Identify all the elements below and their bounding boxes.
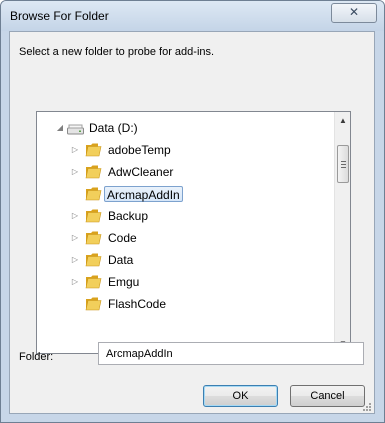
tree-item-label: Emgu — [108, 275, 140, 289]
folder-icon — [85, 143, 102, 157]
resize-grip-icon[interactable] — [362, 402, 372, 412]
folder-icon — [85, 209, 102, 223]
tree-item[interactable]: ▷ Backup — [37, 205, 334, 227]
expand-arrow-icon[interactable]: ▷ — [70, 254, 80, 266]
tree-root-item[interactable]: ◢ Data (D:) — [37, 117, 334, 139]
cancel-button[interactable]: Cancel — [290, 385, 365, 407]
expand-arrow-icon[interactable]: ▷ — [70, 276, 80, 288]
tree-item[interactable]: ▷ Emgu — [37, 271, 334, 293]
tree-item[interactable]: ▷ adobeTemp — [37, 139, 334, 161]
close-button[interactable]: ✕ — [331, 3, 377, 23]
tree-item-label: ArcmapAddIn — [104, 186, 183, 202]
tree-item-label: adobeTemp — [108, 143, 171, 157]
tree-item-label: AdwCleaner — [108, 165, 174, 179]
thumb-grip — [341, 161, 346, 162]
scroll-up-icon[interactable]: ▲ — [335, 112, 350, 129]
dialog-body: Select a new folder to probe for add-ins… — [9, 31, 375, 414]
ok-button[interactable]: OK — [203, 385, 278, 407]
folder-icon — [85, 231, 102, 245]
folder-field[interactable] — [98, 342, 364, 365]
expand-arrow-icon[interactable]: ▷ — [70, 210, 80, 222]
instruction-text: Select a new folder to probe for add-ins… — [19, 46, 215, 58]
title-bar[interactable]: Browse For Folder ✕ — [1, 1, 384, 31]
folder-icon — [85, 297, 102, 311]
drive-icon — [67, 124, 84, 135]
expand-arrow-icon[interactable]: ▷ — [70, 232, 80, 244]
collapse-arrow-icon[interactable]: ◢ — [55, 122, 65, 134]
tree-item-selected[interactable]: ArcmapAddIn — [37, 183, 334, 205]
folder-icon — [85, 253, 102, 267]
scrollbar-thumb[interactable] — [337, 145, 349, 183]
tree-item-label: Data (D:) — [89, 121, 138, 135]
tree-item-label: Data — [108, 253, 134, 267]
folder-icon — [85, 275, 102, 289]
browse-for-folder-dialog: Browse For Folder ✕ Select a new folder … — [0, 0, 385, 423]
vertical-scrollbar[interactable]: ▲ ▼ — [334, 112, 350, 353]
tree-item[interactable]: ▷ Data — [37, 249, 334, 271]
tree-item-label: Backup — [108, 209, 149, 223]
thumb-grip — [341, 167, 346, 168]
expand-arrow-icon[interactable]: ▷ — [70, 144, 80, 156]
expand-arrow-icon[interactable]: ▷ — [70, 166, 80, 178]
thumb-grip — [341, 164, 346, 165]
folder-icon — [85, 187, 102, 201]
tree-item-label: FlashCode — [108, 297, 167, 311]
folder-icon — [85, 165, 102, 179]
tree-item[interactable]: ▷ Code — [37, 227, 334, 249]
folder-tree[interactable]: ◢ Data (D:) ▷ adobeTemp ▷ AdwCleaner Arc… — [36, 111, 351, 354]
window-title: Browse For Folder — [10, 9, 109, 23]
tree-item[interactable]: FlashCode — [37, 293, 334, 315]
close-icon: ✕ — [348, 5, 360, 19]
tree-item-label: Code — [108, 231, 137, 245]
tree-item[interactable]: ▷ AdwCleaner — [37, 161, 334, 183]
folder-field-label: Folder: — [19, 351, 54, 363]
